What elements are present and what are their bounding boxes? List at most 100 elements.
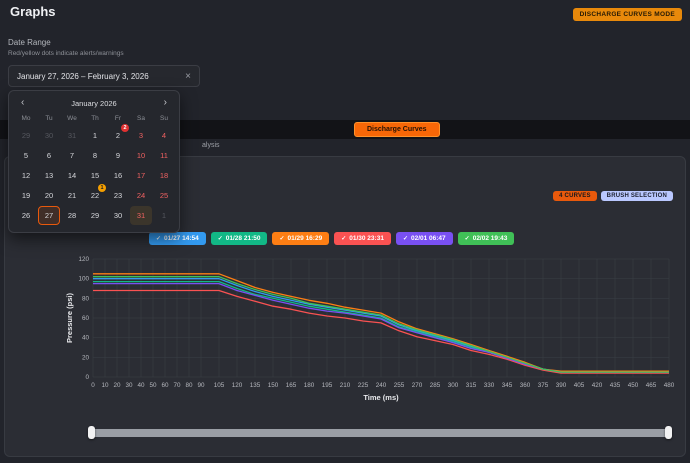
svg-text:135: 135 bbox=[250, 382, 261, 389]
calendar-day[interactable]: 20 bbox=[38, 186, 60, 205]
tab-discharge-curves[interactable]: Discharge Curves bbox=[354, 122, 440, 137]
calendar-day[interactable]: 30 bbox=[38, 126, 60, 145]
calendar-day[interactable]: 26 bbox=[15, 206, 37, 225]
curve-chip-label: 02/01 06:47 bbox=[410, 235, 446, 242]
svg-text:10: 10 bbox=[101, 382, 109, 389]
alert-dot-badge: 1 bbox=[98, 184, 106, 192]
svg-text:Pressure (psi): Pressure (psi) bbox=[65, 292, 74, 343]
svg-text:180: 180 bbox=[304, 382, 315, 389]
curve-chip[interactable]: ✓ 02/01 06:47 bbox=[395, 232, 453, 245]
calendar-day[interactable]: 19 bbox=[15, 186, 37, 205]
check-icon: ✓ bbox=[156, 236, 162, 242]
calendar-day[interactable]: 13 bbox=[38, 166, 60, 185]
slider-handle-right[interactable] bbox=[665, 426, 672, 439]
brush-slider-track[interactable] bbox=[88, 426, 672, 439]
calendar-day[interactable]: 6 bbox=[38, 146, 60, 165]
calendar-day[interactable]: 3 bbox=[130, 126, 152, 145]
svg-text:375: 375 bbox=[538, 382, 549, 389]
svg-text:30: 30 bbox=[125, 382, 133, 389]
calendar-day[interactable]: 11 bbox=[153, 146, 175, 165]
calendar-day[interactable]: 21 bbox=[61, 186, 83, 205]
calendar-day[interactable]: 29 bbox=[15, 126, 37, 145]
curve-chip[interactable]: ✓ 01/28 21:50 bbox=[210, 232, 268, 245]
check-icon: ✓ bbox=[217, 236, 223, 242]
calendar-day[interactable]: 27 bbox=[38, 206, 60, 225]
page-title: Graphs bbox=[10, 4, 56, 19]
calendar-day[interactable]: 5 bbox=[15, 146, 37, 165]
calendar-day[interactable]: 16 bbox=[107, 166, 129, 185]
svg-text:150: 150 bbox=[268, 382, 279, 389]
clear-icon[interactable]: × bbox=[185, 71, 191, 82]
calendar-day[interactable]: 14 bbox=[61, 166, 83, 185]
curve-chip[interactable]: ✓ 01/29 16:29 bbox=[272, 232, 330, 245]
next-month-icon[interactable]: › bbox=[162, 98, 169, 108]
calendar-day[interactable]: 30 bbox=[107, 206, 129, 225]
slider-handle-left[interactable] bbox=[88, 426, 95, 439]
calendar-day[interactable]: 7 bbox=[61, 146, 83, 165]
weekday-label: We bbox=[67, 115, 77, 122]
calendar-day[interactable]: 31 bbox=[61, 126, 83, 145]
svg-text:165: 165 bbox=[286, 382, 297, 389]
calendar-day[interactable]: 9 bbox=[107, 146, 129, 165]
calendar-day[interactable]: 1 bbox=[153, 206, 175, 225]
svg-text:60: 60 bbox=[82, 315, 90, 322]
svg-text:390: 390 bbox=[556, 382, 567, 389]
svg-text:315: 315 bbox=[466, 382, 477, 389]
weekday-row: Mo Tu We Th Fr Sa Su bbox=[9, 112, 179, 126]
svg-text:240: 240 bbox=[376, 382, 387, 389]
svg-text:330: 330 bbox=[484, 382, 495, 389]
calendar-day[interactable]: 29 bbox=[84, 206, 106, 225]
date-range-label: Date Range bbox=[8, 38, 51, 47]
calendar-popup: ‹ January 2026 › Mo Tu We Th Fr Sa Su 29 30 31 1 2… bbox=[8, 90, 180, 233]
calendar-day[interactable]: 31 bbox=[130, 206, 152, 225]
check-icon: ✓ bbox=[402, 236, 408, 242]
curve-chip-label: 02/02 19:43 bbox=[472, 235, 508, 242]
svg-text:Time (ms): Time (ms) bbox=[363, 393, 399, 402]
calendar-day[interactable]: 10 bbox=[130, 146, 152, 165]
curve-chip[interactable]: ✓ 02/02 19:43 bbox=[457, 232, 515, 245]
svg-text:40: 40 bbox=[82, 335, 90, 342]
calendar-day[interactable]: 24 bbox=[130, 186, 152, 205]
svg-text:300: 300 bbox=[448, 382, 459, 389]
calendar-day[interactable]: 12 bbox=[15, 166, 37, 185]
calendar-day[interactable]: 22 bbox=[107, 124, 129, 145]
calendar-day[interactable]: 17 bbox=[130, 166, 152, 185]
calendar-day[interactable]: 15 bbox=[84, 166, 106, 185]
svg-text:105: 105 bbox=[214, 382, 225, 389]
alert-dot-badge: 2 bbox=[121, 124, 129, 132]
svg-text:90: 90 bbox=[197, 382, 205, 389]
prev-month-icon[interactable]: ‹ bbox=[19, 98, 26, 108]
date-range-value: January 27, 2026 – February 3, 2026 bbox=[17, 71, 149, 81]
calendar-day[interactable]: 28 bbox=[61, 206, 83, 225]
svg-text:80: 80 bbox=[185, 382, 193, 389]
check-icon: ✓ bbox=[464, 236, 470, 242]
curves-count-badge: 4 CURVES bbox=[553, 191, 597, 201]
curve-chip[interactable]: ✓ 01/30 23:31 bbox=[334, 232, 391, 245]
calendar-day[interactable]: 1 bbox=[84, 126, 106, 145]
svg-text:285: 285 bbox=[430, 382, 441, 389]
calendar-day[interactable]: 4 bbox=[153, 126, 175, 145]
svg-text:120: 120 bbox=[232, 382, 243, 389]
svg-text:0: 0 bbox=[91, 382, 95, 389]
svg-text:80: 80 bbox=[82, 295, 90, 302]
calendar-day[interactable]: 22 1 bbox=[84, 184, 106, 205]
curve-chip[interactable]: ✓ 01/27 14:54 bbox=[149, 232, 206, 245]
calendar-day[interactable]: 18 bbox=[153, 166, 175, 185]
svg-text:40: 40 bbox=[137, 382, 145, 389]
svg-text:435: 435 bbox=[610, 382, 621, 389]
brush-selection-badge[interactable]: BRUSH SELECTION bbox=[600, 191, 673, 201]
svg-text:225: 225 bbox=[358, 382, 369, 389]
svg-text:480: 480 bbox=[664, 382, 675, 389]
svg-text:60: 60 bbox=[161, 382, 169, 389]
calendar-header: ‹ January 2026 › bbox=[9, 91, 179, 112]
calendar-day[interactable]: 23 bbox=[107, 186, 129, 205]
discharge-curves-mode-badge[interactable]: DISCHARGE CURVES MODE bbox=[572, 8, 682, 21]
calendar-day[interactable]: 25 bbox=[153, 186, 175, 205]
svg-text:100: 100 bbox=[78, 276, 89, 283]
pressure-chart: 0 10 20 30 40 50 60 70 80 90 105 120 135 150 165 180 195… bbox=[65, 256, 675, 402]
date-range-input[interactable]: January 27, 2026 – February 3, 2026 × bbox=[8, 65, 200, 87]
check-icon: ✓ bbox=[341, 236, 347, 242]
calendar-month-label[interactable]: January 2026 bbox=[71, 99, 116, 108]
curve-legend: ✓ 01/27 14:54 ✓ 01/28 21:50 ✓ 01/29 16:29 ✓ 01/… bbox=[149, 227, 519, 245]
calendar-day[interactable]: 8 bbox=[84, 146, 106, 165]
